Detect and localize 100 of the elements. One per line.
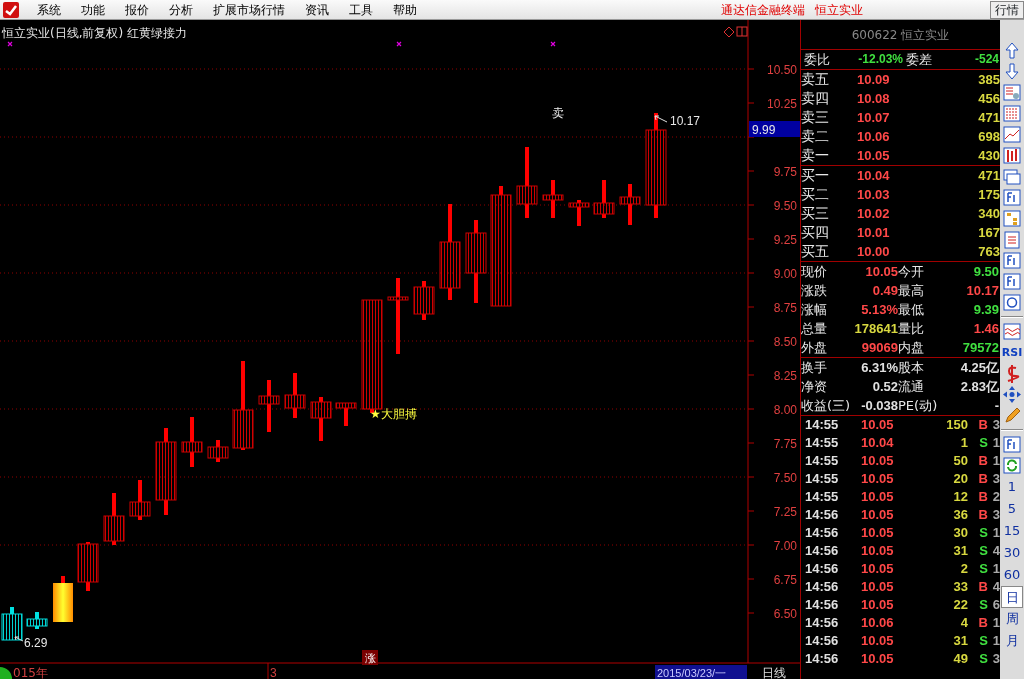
trade-side: B [977, 470, 988, 488]
period-button[interactable]: 60 [1001, 564, 1023, 586]
field-label: 换手 [801, 359, 828, 377]
axis-label: 6.75 [773, 573, 797, 587]
period-button[interactable]: 1 [1001, 476, 1023, 498]
menu-item[interactable]: 功能 [71, 0, 115, 20]
field-value: 10.17 [965, 282, 999, 300]
trade-time: 14:55 [805, 434, 840, 452]
period-button[interactable]: 日 [1001, 586, 1023, 608]
order-volume: 763 [978, 243, 1000, 261]
trade-time: 14:56 [805, 560, 840, 578]
trade-side: B [977, 506, 988, 524]
field-label: 收益(三) [801, 397, 852, 415]
function-key-icon[interactable] [1001, 271, 1023, 292]
candle [258, 380, 280, 432]
trade-volume: 150 [945, 416, 968, 434]
function-key-icon[interactable] [1001, 434, 1023, 455]
candle [53, 576, 73, 622]
axis-label: 8.25 [773, 369, 797, 383]
trade-count: 3 [991, 506, 1000, 524]
trade-time: 14:55 [805, 416, 840, 434]
period-button[interactable]: 周 [1001, 608, 1023, 630]
status-icon [0, 667, 12, 679]
menu-item[interactable]: 系统 [27, 0, 71, 20]
order-price: 10.02 [857, 205, 891, 223]
field-label: 净资 [801, 378, 828, 396]
order-volume: 456 [978, 90, 1000, 108]
trade-time: 14:56 [805, 614, 840, 632]
axis-label: 015年 [13, 666, 48, 679]
period-button[interactable]: 5 [1001, 498, 1023, 520]
order-price: 10.09 [857, 71, 891, 89]
axis-label: 10.25 [766, 97, 797, 111]
trade-time: 14:55 [805, 470, 840, 488]
refresh-icon[interactable] [1001, 455, 1023, 476]
trade-side: S [978, 596, 988, 614]
field-value: 1.46 [972, 320, 999, 338]
field-label: 内盘 [898, 339, 925, 357]
diamond-icon [723, 26, 735, 38]
field-value: 9.50 [972, 263, 999, 281]
order-label: 买二 [801, 185, 830, 204]
trade-count: 3 [991, 650, 1000, 668]
order-volume: 175 [978, 186, 1000, 204]
order-label: 买五 [801, 242, 830, 261]
field-value: 5.13% [860, 301, 898, 319]
period-label: 日线 [762, 666, 786, 679]
trade-time: 14:56 [805, 650, 840, 668]
field-value: -524 [973, 51, 999, 68]
clipboard-icon[interactable] [1001, 229, 1023, 250]
menu-item[interactable]: 帮助 [383, 0, 427, 20]
trade-time: 14:56 [805, 578, 840, 596]
field-value: -12.03% [857, 51, 903, 68]
tree-icon[interactable] [1001, 208, 1023, 229]
trade-volume: 49 [952, 650, 968, 668]
function-key-icon[interactable] [1001, 250, 1023, 271]
order-label: 卖五 [801, 70, 830, 89]
menu-item[interactable]: 资讯 [295, 0, 339, 20]
wave-icon[interactable] [1001, 321, 1023, 342]
trade-volume: 20 [952, 470, 968, 488]
trade-time: 14:56 [805, 632, 840, 650]
order-volume: 167 [978, 224, 1000, 242]
trade-count: 3 [991, 470, 1000, 488]
axis-label: 7.75 [773, 437, 797, 451]
grid-icon[interactable] [1001, 103, 1023, 124]
trade-price: 10.05 [861, 632, 895, 650]
trade-count: 4 [991, 542, 1000, 560]
menu-item[interactable]: 分析 [159, 0, 203, 20]
menu-item[interactable]: 扩展市场行情 [203, 0, 295, 20]
trade-price: 10.05 [861, 650, 895, 668]
trade-volume: 31 [952, 542, 968, 560]
trade-side: B [977, 452, 988, 470]
field-label: 总量 [801, 320, 828, 338]
field-label: 最低 [898, 301, 925, 319]
axis-label: 8.75 [773, 301, 797, 315]
order-label: 卖三 [801, 108, 830, 127]
trade-volume: 12 [952, 488, 968, 506]
candle [129, 480, 151, 520]
trade-count: 1 [991, 614, 1000, 632]
axis-label: 10.50 [766, 63, 797, 77]
menu-item[interactable]: 工具 [339, 0, 383, 20]
axis-label: 7.00 [773, 539, 797, 553]
trade-volume: 4 [959, 614, 968, 632]
period-button[interactable]: 月 [1001, 630, 1023, 652]
table-icon[interactable] [1001, 82, 1023, 103]
cross-mark-icon [396, 41, 402, 47]
field-label: 今开 [898, 263, 925, 281]
period-button[interactable]: 15 [1001, 520, 1023, 542]
candlestick-icon[interactable] [1001, 145, 1023, 166]
windows-icon[interactable] [1001, 166, 1023, 187]
line-chart-icon[interactable] [1001, 124, 1023, 145]
trade-price: 10.05 [861, 506, 895, 524]
trade-volume: 30 [952, 524, 968, 542]
move-icon[interactable] [1001, 384, 1023, 405]
quote-tab[interactable]: 行情 [990, 1, 1024, 19]
trade-side: S [978, 434, 988, 452]
order-label: 卖一 [801, 146, 830, 165]
menu-item[interactable]: 报价 [115, 0, 159, 20]
period-button[interactable]: 30 [1001, 542, 1023, 564]
trade-price: 10.05 [861, 470, 895, 488]
function-key-icon[interactable] [1001, 187, 1023, 208]
rsi-tool[interactable]: RSI [1001, 342, 1023, 363]
